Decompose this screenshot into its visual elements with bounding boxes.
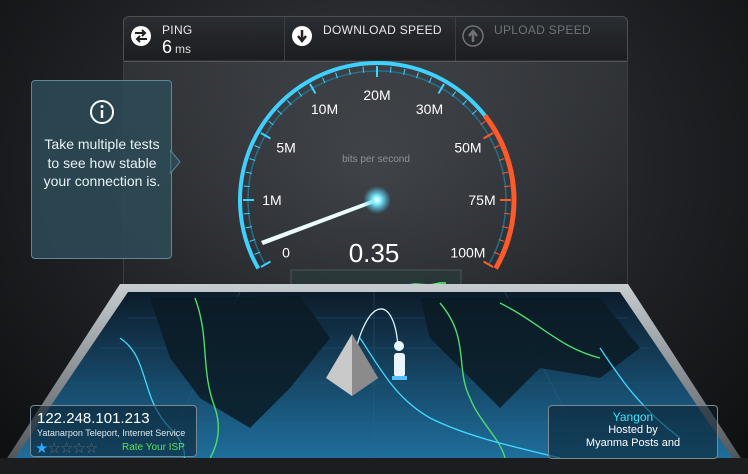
gauge-unit-label: bits per second [342,154,410,165]
gauge-tick-label: 75M [468,192,495,208]
isp-rating[interactable]: ★☆☆☆☆ [35,439,98,457]
star-icon[interactable]: ☆ [47,440,60,457]
gauge-tick-label: 10M [311,101,338,117]
gauge-tick-label: 20M [363,87,390,103]
gauge-tick-label: 30M [416,101,443,117]
gauge-tick [504,185,511,188]
gauge-tick-label: 5M [276,140,295,156]
star-icon[interactable]: ★ [35,440,48,457]
gauge-tick [504,212,511,215]
gauge-tick [471,109,477,115]
rate-isp-link[interactable]: Rate Your ISP [122,442,185,453]
gauge-tick-label: 50M [454,140,481,156]
star-icon[interactable]: ☆ [60,440,73,457]
gauge-tick-label: 0 [282,245,290,261]
hosted-by-label: Hosted by [608,424,658,436]
client-info: 122.248.101.213 Yatanarpon Teleport, Int… [30,405,197,457]
server-host: Myanma Posts and [585,437,681,449]
star-icon[interactable]: ☆ [72,440,85,457]
bottom-strip [0,458,748,474]
gauge-hub [363,186,391,214]
star-icon[interactable]: ☆ [85,440,98,457]
gauge-tick [260,260,271,268]
gauge-tick [362,66,365,73]
client-ip: 122.248.101.213 [37,410,150,427]
gauge-tick [243,185,250,188]
speed-gauge: 0 1M 5M 10M 20M 30M 50M 75M 100M bits per second… [238,61,517,293]
gauge-tick [243,212,250,215]
gauge-tick [483,260,494,268]
server-city: Yangon [612,410,654,424]
client-isp: Yatanarpon Teleport, Internet Service [37,428,186,438]
gauge-tick-label: 1M [262,192,281,208]
gauge-reading: 0.35 [349,238,400,268]
gauge-tick [277,109,283,115]
server-info: Yangon Hosted by Myanma Posts and [548,405,718,459]
gauge-tick [389,66,392,73]
gauge-tick-label: 100M [450,245,485,261]
